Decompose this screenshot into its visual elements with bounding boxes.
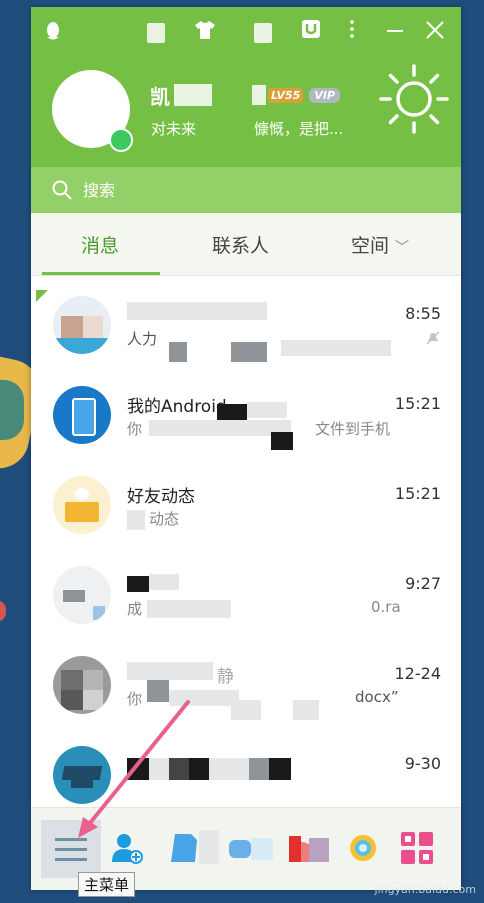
minimize-icon[interactable] <box>387 25 403 37</box>
conversation-preview: 你 <box>127 420 143 438</box>
conversation-time: 15:21 <box>394 394 441 413</box>
penguin-icon <box>47 22 59 40</box>
conversation-avatar <box>53 656 111 714</box>
conversation-preview: 人力 <box>127 330 158 348</box>
conversation-preview: 你 <box>127 690 143 708</box>
search-icon <box>52 180 72 200</box>
profile-header: 凯 LV55 VIP 对未来 慷慨，是把... <box>31 7 461 167</box>
level-icon[interactable] <box>252 85 266 105</box>
conversation-avatar <box>53 296 111 354</box>
main-tabs: 消息 联系人 空间 ﹀ <box>31 213 461 276</box>
level-badge[interactable]: LV55 <box>268 87 304 103</box>
signature-end: 慷慨，是把... <box>254 120 344 138</box>
browser-icon[interactable] <box>347 832 379 864</box>
title-bar[interactable] <box>31 7 461 53</box>
conversation-item[interactable]: 好友动态 动态 15:21 <box>31 462 461 552</box>
conversation-preview: 动态 <box>149 510 180 528</box>
conversation-time: 9-30 <box>404 754 441 773</box>
add-contact-icon[interactable] <box>111 832 143 864</box>
conversation-item[interactable]: 成 0.ra 9:27 <box>31 552 461 642</box>
conversation-time: 9:27 <box>405 574 441 593</box>
conversation-item[interactable]: 人力 8:55 <box>31 282 461 372</box>
conversation-time: 8:55 <box>405 304 441 323</box>
u-icon[interactable] <box>301 19 321 39</box>
phone-avatar-icon <box>53 386 111 444</box>
desktop-decoration <box>0 380 24 440</box>
mute-icon <box>426 331 440 345</box>
conversation-preview-end: docx” <box>355 688 399 706</box>
main-menu-button[interactable] <box>41 820 101 878</box>
conversation-title: 静 <box>217 667 234 687</box>
active-tab-indicator <box>42 272 160 275</box>
shirt-icon[interactable] <box>194 20 216 40</box>
signature-start: 对未来 <box>151 120 197 138</box>
sun-icon[interactable] <box>378 63 450 135</box>
blurred-nickname <box>174 84 212 106</box>
menu-icon <box>55 838 87 861</box>
online-status-dot[interactable] <box>109 128 133 152</box>
main-menu-tooltip: 主菜单 <box>78 872 136 897</box>
friend-feed-icon <box>53 476 111 534</box>
qq-main-window: 凯 LV55 VIP 对未来 慷慨，是把... 消息 联系人 空间 ﹀ <box>31 7 461 890</box>
chevron-down-icon: ﹀ <box>395 240 410 256</box>
conversation-preview-end: 0.ra <box>371 598 401 616</box>
blurred-icon[interactable] <box>254 23 272 43</box>
conversation-preview-end: 文件到手机 <box>315 420 391 438</box>
app-grid-icon[interactable] <box>401 832 433 864</box>
tab-messages[interactable]: 消息 <box>81 231 119 258</box>
conversation-item[interactable]: 静 你 docx” 12-24 <box>31 642 461 732</box>
conversation-avatar <box>53 746 111 804</box>
signature[interactable]: 对未来 慷慨，是把... <box>151 118 343 139</box>
tab-space[interactable]: 空间 ﹀ <box>351 231 409 258</box>
nickname[interactable]: 凯 <box>150 81 170 110</box>
tab-space-label: 空间 <box>351 235 390 257</box>
conversation-preview: 成 <box>127 600 143 618</box>
conversation-time: 15:21 <box>394 484 441 503</box>
conversation-item[interactable]: 我的Android 你 文件到手机 15:21 <box>31 372 461 462</box>
conversation-title: 我的Android <box>127 397 227 417</box>
watermark: jingyan.baidu.com <box>374 883 476 896</box>
search-input[interactable] <box>83 177 283 203</box>
close-icon[interactable] <box>426 21 444 39</box>
file-icon[interactable] <box>169 832 201 864</box>
blurred-icon[interactable] <box>147 23 165 43</box>
desktop-decoration <box>0 600 6 622</box>
nickname-row: 凯 LV55 VIP <box>150 81 340 109</box>
vip-badge[interactable]: VIP <box>309 87 340 103</box>
tab-contacts[interactable]: 联系人 <box>212 231 269 258</box>
conversation-time: 12-24 <box>394 664 442 683</box>
more-icon[interactable] <box>344 19 360 39</box>
conversation-title: 好友动态 <box>127 487 195 507</box>
conversation-avatar <box>53 566 111 624</box>
